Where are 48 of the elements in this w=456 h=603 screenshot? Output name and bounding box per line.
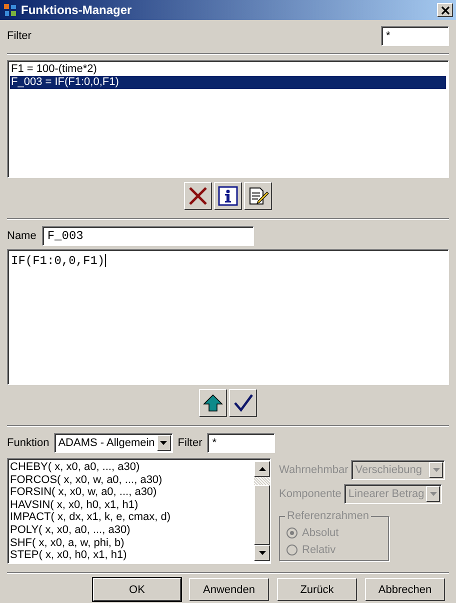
dropdown-arrow-icon — [160, 441, 168, 445]
function-label: Funktion — [7, 437, 50, 449]
delete-button[interactable] — [184, 182, 212, 210]
up-arrow-icon — [202, 392, 224, 414]
info-button[interactable] — [214, 182, 242, 210]
cross-icon — [187, 185, 209, 207]
library-item[interactable]: FORCOS( x, x0, w, a0, ..., a30) — [10, 474, 254, 486]
filter-label: Filter — [7, 30, 32, 42]
dialog-button[interactable]: Zurück — [277, 578, 357, 601]
name-label: Name — [7, 230, 36, 242]
close-button[interactable] — [437, 3, 453, 17]
scroll-down-icon — [258, 551, 266, 555]
library-filter-field[interactable]: * — [207, 433, 276, 453]
scroll-track[interactable] — [254, 477, 270, 485]
library-item[interactable]: FORSIN( x, x0, w, a0, ..., a30) — [10, 486, 254, 499]
checkmark-icon — [232, 392, 254, 414]
scroll-thumb[interactable] — [254, 485, 270, 545]
expression-editor[interactable]: IF(F1:0,0,F1) — [7, 249, 449, 385]
dialog-button[interactable]: OK — [93, 578, 181, 601]
component-label: Komponente — [279, 488, 342, 500]
library-filter-label: Filter — [178, 437, 202, 449]
function-item[interactable]: F_003 = IF(F1:0,0,F1) — [10, 76, 446, 89]
dialog-button[interactable]: Anwenden — [189, 578, 269, 601]
library-item[interactable]: IMPACT( x, dx, x1, k, e, cmax, d) — [10, 511, 254, 524]
name-field[interactable]: F_003 — [42, 226, 254, 246]
scrollbar[interactable] — [254, 461, 270, 561]
library-item[interactable]: SHF( x, x0, a, w, phi, b) — [10, 536, 254, 550]
apply-check-button[interactable] — [229, 389, 257, 417]
up-button[interactable] — [199, 389, 227, 417]
library-item[interactable]: POLY( x, x0, a0, ..., a30) — [10, 524, 254, 537]
library-item[interactable]: HAVSIN( x, x0, h0, x1, h1) — [10, 498, 254, 512]
dialog-button[interactable]: Abbrechen — [365, 578, 445, 601]
info-icon — [217, 185, 239, 207]
filter-field[interactable]: * — [381, 26, 449, 46]
app-icon — [3, 3, 17, 17]
window-title: Funktions-Manager — [21, 3, 133, 17]
scroll-up-icon — [258, 467, 266, 471]
library-item[interactable]: CHEBY( x, x0, a0, ..., a30) — [10, 461, 254, 474]
dropdown-arrow-icon — [430, 492, 437, 496]
category-dropdown[interactable]: ADAMS - Allgemein — [54, 433, 173, 453]
close-icon — [440, 6, 450, 14]
observable-label: Wahrnehmbar — [279, 464, 348, 476]
group-title: Referenzrahmen — [285, 510, 371, 522]
edit-button[interactable] — [244, 182, 272, 210]
function-item[interactable]: F1 = 100-(time*2) — [10, 63, 446, 76]
pencil-note-icon — [247, 185, 269, 207]
dropdown-arrow-icon — [432, 468, 440, 472]
library-item[interactable]: STEP( x, x0, h0, x1, h1) — [10, 549, 254, 562]
